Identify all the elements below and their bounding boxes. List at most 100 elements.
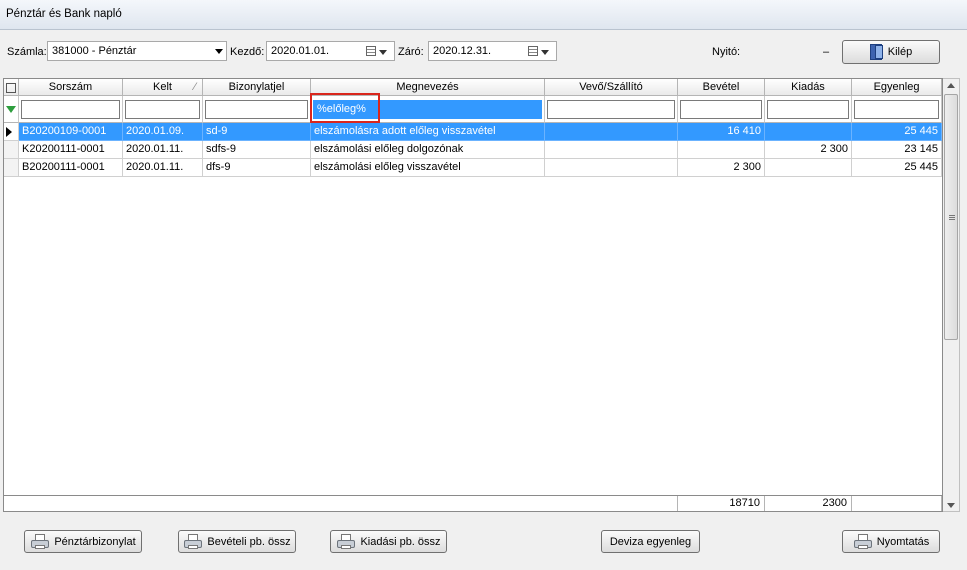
filter-cell bbox=[545, 96, 678, 123]
cell-bizonylatjel[interactable]: sdfs-9 bbox=[203, 141, 311, 159]
cell-sorszam[interactable]: B20200109-0001 bbox=[19, 123, 123, 141]
beveteli-pb-ossz-button-label: Bevételi pb. össz bbox=[207, 535, 291, 548]
window-title: Pénztár és Bank napló bbox=[6, 8, 122, 20]
cell-bevetel[interactable]: 16 410 bbox=[678, 123, 765, 141]
footer-spacer bbox=[4, 496, 678, 511]
cell-megnevezes[interactable]: elszámolási előleg dolgozónak bbox=[311, 141, 545, 159]
cell-megnevezes[interactable]: elszámolási előleg visszavétel bbox=[311, 159, 545, 177]
total-egyenleg bbox=[852, 496, 942, 511]
filter-cell bbox=[203, 96, 311, 123]
grid-options-icon[interactable] bbox=[4, 79, 19, 96]
col-header-kelt-label: Kelt bbox=[153, 81, 172, 93]
filter-input-sorszam[interactable] bbox=[21, 100, 120, 119]
cell-bevetel[interactable]: 2 300 bbox=[678, 159, 765, 177]
row-indicator[interactable] bbox=[4, 159, 19, 177]
door-exit-icon bbox=[869, 44, 884, 60]
kiadasi-pb-ossz-button-label: Kiadási pb. össz bbox=[360, 535, 441, 548]
filter-highlight-box bbox=[310, 93, 380, 123]
scroll-up-icon[interactable] bbox=[947, 83, 955, 88]
sort-indicator-icon: ⁄ bbox=[194, 81, 196, 93]
penztarbizonylat-button-label: Pénztárbizonylat bbox=[54, 535, 136, 548]
cell-bizonylatjel[interactable]: dfs-9 bbox=[203, 159, 311, 177]
col-header-bevetel[interactable]: Bevétel bbox=[678, 79, 765, 96]
table-row[interactable]: B20200111-0001 2020.01.11. dfs-9 elszámo… bbox=[4, 159, 942, 177]
filter-input-egyenleg[interactable] bbox=[854, 100, 939, 119]
printer-icon bbox=[336, 533, 356, 550]
zaro-value: 2020.12.31. bbox=[433, 45, 492, 57]
cell-kiadas[interactable]: 2 300 bbox=[765, 141, 852, 159]
cell-kiadas[interactable] bbox=[765, 159, 852, 177]
filter-cell bbox=[678, 96, 765, 123]
cell-egyenleg[interactable]: 25 445 bbox=[852, 123, 942, 141]
current-row-pointer-icon bbox=[6, 127, 12, 137]
cell-egyenleg[interactable]: 25 445 bbox=[852, 159, 942, 177]
deviza-egyenleg-button-label: Deviza egyenleg bbox=[609, 535, 692, 548]
beveteli-pb-ossz-button[interactable]: Bevételi pb. össz bbox=[178, 530, 296, 553]
printer-icon bbox=[853, 533, 873, 550]
cell-egyenleg[interactable]: 23 145 bbox=[852, 141, 942, 159]
cell-kelt[interactable]: 2020.01.11. bbox=[123, 141, 203, 159]
col-header-kiadas[interactable]: Kiadás bbox=[765, 79, 852, 96]
col-header-sorszam[interactable]: Sorszám bbox=[19, 79, 123, 96]
table-row[interactable]: B20200109-0001 2020.01.09. sd-9 elszámol… bbox=[4, 123, 942, 141]
cell-bevetel[interactable] bbox=[678, 141, 765, 159]
printer-icon bbox=[30, 533, 50, 550]
cell-vevo-szallito[interactable] bbox=[545, 141, 678, 159]
filter-cell bbox=[765, 96, 852, 123]
total-bevetel: 18710 bbox=[678, 496, 765, 511]
cell-vevo-szallito[interactable] bbox=[545, 159, 678, 177]
szamla-value: 381000 - Pénztár bbox=[52, 45, 137, 57]
filter-input-vevo-szallito[interactable] bbox=[547, 100, 675, 119]
nyomtatas-button-label: Nyomtatás bbox=[876, 535, 930, 548]
filter-cell bbox=[123, 96, 203, 123]
cell-kelt[interactable]: 2020.01.11. bbox=[123, 159, 203, 177]
scroll-thumb[interactable] bbox=[944, 94, 958, 340]
filter-input-bevetel[interactable] bbox=[680, 100, 762, 119]
col-header-vevo-szallito[interactable]: Vevő/Szállító bbox=[545, 79, 678, 96]
col-header-kelt[interactable]: Kelt ⁄ bbox=[123, 79, 203, 96]
kezdo-label: Kezdő: bbox=[230, 46, 265, 58]
kezdo-value: 2020.01.01. bbox=[271, 45, 330, 57]
filter-cell bbox=[19, 96, 123, 123]
row-indicator[interactable] bbox=[4, 123, 19, 141]
nyomtatas-button[interactable]: Nyomtatás bbox=[842, 530, 940, 553]
printer-icon bbox=[183, 533, 203, 550]
col-header-bizonylatjel[interactable]: Bizonylatjel bbox=[203, 79, 311, 96]
zaro-date-field[interactable]: 2020.12.31. bbox=[428, 41, 557, 61]
scroll-down-icon[interactable] bbox=[947, 503, 955, 508]
cell-sorszam[interactable]: K20200111-0001 bbox=[19, 141, 123, 159]
filter-input-bizonylatjel[interactable] bbox=[205, 100, 308, 119]
filter-cell bbox=[852, 96, 942, 123]
cell-kelt[interactable]: 2020.01.09. bbox=[123, 123, 203, 141]
szamla-label: Számla: bbox=[7, 46, 47, 58]
nyito-label: Nyitó: bbox=[712, 46, 741, 58]
szamla-select[interactable]: 381000 - Pénztár bbox=[47, 41, 227, 61]
penztarbizonylat-button[interactable]: Pénztárbizonylat bbox=[24, 530, 142, 553]
nyito-value: – bbox=[823, 46, 830, 58]
filter-input-kiadas[interactable] bbox=[767, 100, 849, 119]
filter-funnel-icon bbox=[6, 106, 16, 113]
filter-input-kelt[interactable] bbox=[125, 100, 200, 119]
kiadasi-pb-ossz-button[interactable]: Kiadási pb. össz bbox=[330, 530, 447, 553]
cell-kiadas[interactable] bbox=[765, 123, 852, 141]
vertical-scrollbar[interactable] bbox=[943, 78, 960, 512]
table-row[interactable]: K20200111-0001 2020.01.11. sdfs-9 elszám… bbox=[4, 141, 942, 159]
exit-button[interactable]: Kilép bbox=[842, 40, 940, 64]
cell-sorszam[interactable]: B20200111-0001 bbox=[19, 159, 123, 177]
row-indicator[interactable] bbox=[4, 141, 19, 159]
filter-row-indicator bbox=[4, 96, 19, 123]
zaro-label: Záró: bbox=[398, 46, 424, 58]
chevron-down-icon[interactable] bbox=[215, 49, 223, 54]
title-bar bbox=[0, 0, 967, 30]
col-header-egyenleg[interactable]: Egyenleg bbox=[852, 79, 942, 96]
cell-megnevezes[interactable]: elszámolásra adott előleg visszavétel bbox=[311, 123, 545, 141]
calendar-dropdown-icon[interactable] bbox=[366, 45, 390, 59]
kezdo-date-field[interactable]: 2020.01.01. bbox=[266, 41, 395, 61]
total-kiadas: 2300 bbox=[765, 496, 852, 511]
journal-grid[interactable]: Sorszám Kelt ⁄ Bizonylatjel Megnevezés V… bbox=[3, 78, 943, 512]
deviza-egyenleg-button[interactable]: Deviza egyenleg bbox=[601, 530, 700, 553]
totals-footer: 18710 2300 bbox=[4, 495, 942, 511]
calendar-dropdown-icon[interactable] bbox=[528, 45, 552, 59]
cell-bizonylatjel[interactable]: sd-9 bbox=[203, 123, 311, 141]
cell-vevo-szallito[interactable] bbox=[545, 123, 678, 141]
